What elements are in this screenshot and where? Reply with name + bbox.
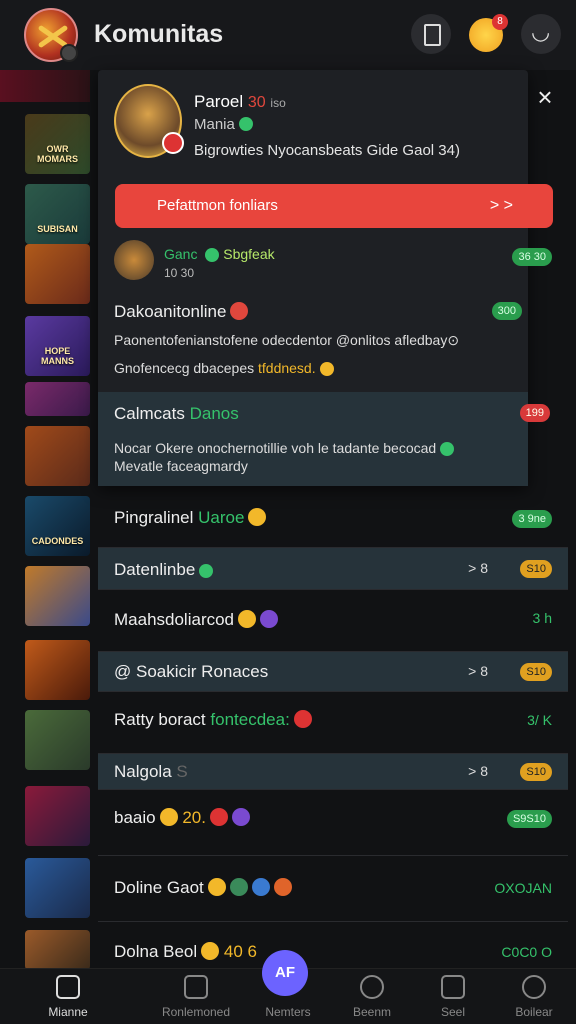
heart-icon (293, 710, 312, 728)
list-item[interactable]: Ratty boract fontecdea: 3/ K (98, 692, 568, 754)
game-tile[interactable]: CADONDES (25, 496, 90, 556)
list-item[interactable]: Datenlinbe > 8 S10 (98, 548, 568, 590)
game-tile[interactable] (25, 426, 90, 486)
heart-icon (162, 132, 184, 154)
game-tile[interactable] (25, 930, 90, 970)
game-tile[interactable] (25, 710, 90, 770)
game-tile[interactable] (25, 244, 90, 304)
close-icon[interactable]: × (530, 82, 560, 112)
star-icon (159, 808, 178, 826)
globe-icon (229, 878, 248, 896)
emoji-icon (231, 808, 250, 826)
emoji-icon (260, 610, 279, 628)
star-icon (238, 610, 257, 628)
emoji-icon (273, 878, 292, 896)
game-tile[interactable] (25, 382, 90, 416)
emoji-icon (251, 878, 270, 896)
list-item[interactable]: baaio 20. S9S10 (98, 790, 568, 856)
status-badge: S10 (520, 560, 552, 578)
chevron-right-icon: > > (489, 197, 513, 214)
primary-action-button[interactable]: Pefattmon fonliars > > (115, 184, 553, 228)
member-avatar[interactable] (114, 240, 154, 280)
copy-button[interactable] (411, 14, 451, 54)
app-header: Komunitas 8 (0, 0, 576, 70)
profile-avatar[interactable] (114, 84, 184, 158)
online-dot-icon (199, 564, 214, 578)
app-avatar[interactable] (24, 8, 78, 62)
list-item[interactable]: Pingralinel Uaroe 3 9ne (98, 488, 568, 548)
game-tile[interactable] (25, 786, 90, 846)
game-tile[interactable]: SUBISAN (25, 184, 90, 244)
status-badge: S10 (520, 663, 552, 681)
status-badge: 300 (491, 302, 522, 320)
emoji-icon (440, 442, 455, 456)
emoji-icon (319, 362, 334, 376)
flower-icon (230, 302, 249, 320)
home-icon (56, 975, 80, 999)
game-tile[interactable] (25, 640, 90, 700)
status-badge: S10 (520, 763, 552, 781)
message-icon (184, 975, 208, 999)
gear-icon (522, 975, 546, 999)
nav-home[interactable]: Mianne (20, 975, 116, 1019)
list-item[interactable]: @ Soakicir Ronaces > 8 S10 (98, 652, 568, 692)
game-tile[interactable] (25, 858, 90, 918)
highlighted-thread[interactable]: Calmcats Danos 199 Nocar Okere onocherno… (98, 392, 550, 486)
status-badge: 3 9ne (512, 510, 552, 528)
profile-name: Paroel 30 iso (194, 92, 286, 111)
list-item[interactable]: Doline Gaot OXOJAN (98, 856, 568, 922)
heart-icon (209, 808, 228, 826)
page-title: Komunitas (94, 20, 224, 48)
status-badge: 36 30 (512, 248, 552, 266)
status-badge: 199 (519, 404, 550, 422)
game-tile[interactable] (25, 566, 90, 626)
list-item[interactable]: Maahsdoliarcod 3 h (98, 590, 568, 652)
star-icon (201, 942, 220, 960)
game-tile[interactable]: HOPE MANNS (25, 316, 90, 376)
game-tile[interactable]: OWR MOMARS (25, 114, 90, 174)
achievement-button[interactable]: 8 (465, 14, 508, 54)
member-count: 10 30 (164, 266, 195, 280)
profile-popup: Paroel 30 iso Mania Bigrowties Nyocansbe… (98, 70, 553, 486)
floating-action-button[interactable]: AF (262, 950, 308, 996)
status-badge: S9S10 (506, 810, 552, 828)
gear-icon (60, 44, 78, 62)
notification-badge: 8 (492, 14, 508, 30)
circle-icon (360, 975, 384, 999)
emoji-icon (248, 508, 267, 526)
list-item[interactable]: Dolna Beol 40 6 C0C0 O (98, 922, 568, 970)
nav-settings[interactable]: Boilear (486, 975, 576, 1019)
online-dot-icon (238, 117, 253, 131)
game-rail: OWR MOMARS SUBISAN HOPE MANNS CADONDES (0, 70, 98, 970)
nav-recommended[interactable]: Ronlemoned (148, 975, 244, 1019)
star-icon (207, 878, 226, 896)
emoji-button[interactable] (521, 14, 561, 54)
profile-status: Mania (194, 116, 253, 133)
member-name: Ganc Sbgfeak (164, 246, 275, 262)
profile-description: Bigrowties Nyocansbeats Gide Gaol 34) (194, 142, 460, 159)
list-item[interactable]: Nalgola S > 8 S10 (98, 754, 568, 790)
star-icon (205, 248, 220, 262)
chat-icon (441, 975, 465, 999)
